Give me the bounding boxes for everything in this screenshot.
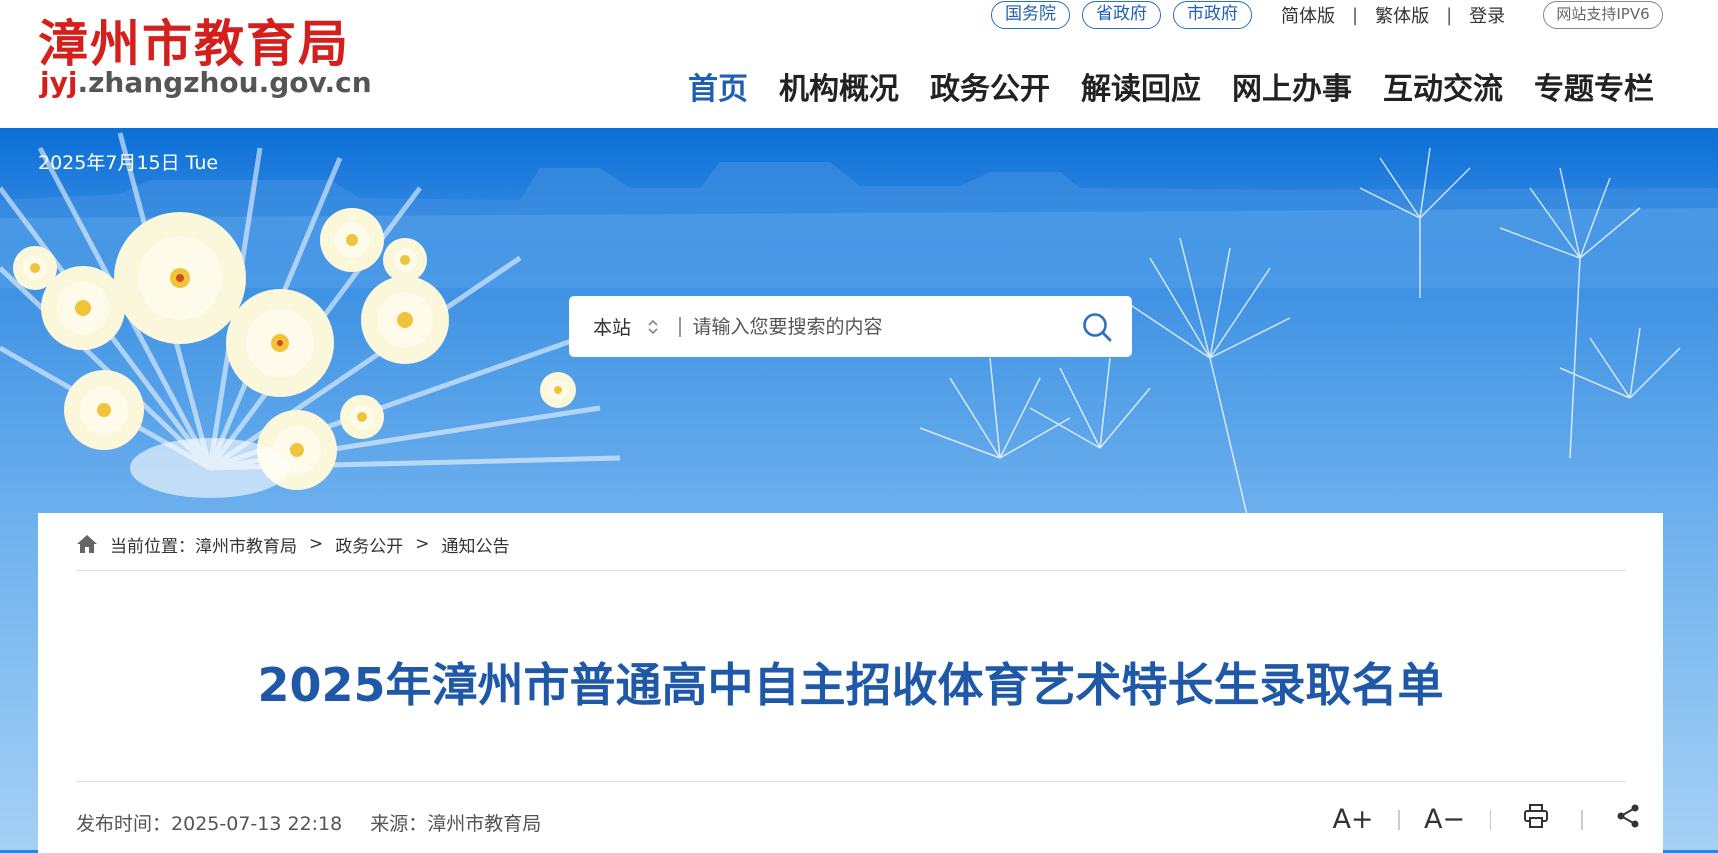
link-state-council[interactable]: 国务院 [991,1,1070,29]
logo-url-domain: .zhangzhou.gov.cn [77,66,372,99]
breadcrumb-item-notices[interactable]: 通知公告 [442,532,510,557]
print-button[interactable] [1511,803,1561,836]
updown-arrow-icon [648,319,658,335]
site-logo-url[interactable]: jyj.zhangzhou.gov.cn [40,66,372,99]
source-value: 漳州市教育局 [427,813,542,835]
article-tools: A+ A− [1328,803,1653,836]
tool-divider [1398,809,1400,830]
publish-time: 2025-07-13 22:18 [171,813,343,835]
current-date: 2025年7月15日 Tue [38,152,219,174]
article-meta: 发布时间：2025-07-13 22:18 来源：漳州市教育局 [76,809,541,836]
nav-interpretation[interactable]: 解读回应 [1081,64,1201,108]
font-increase-button[interactable]: A+ [1328,804,1378,835]
link-login[interactable]: 登录 [1452,2,1522,28]
link-traditional[interactable]: 繁体版 [1358,2,1446,28]
article-card: 当前位置： 漳州市教育局 > 政务公开 > 通知公告 2025年漳州市普通高中自… [38,513,1663,853]
article-title: 2025年漳州市普通高中自主招收体育艺术特长生录取名单 [257,658,1444,712]
publish-time-label: 发布时间： [76,813,172,835]
breadcrumb-divider [76,570,1626,571]
top-links: 国务院 省政府 市政府 简体版 | 繁体版 | 登录 [991,1,1522,29]
search-bar: 本站 [569,296,1132,357]
breadcrumb-label: 当前位置： [110,536,195,557]
nav-home[interactable]: 首页 [688,64,748,108]
share-button[interactable] [1603,803,1653,836]
breadcrumb-separator: > [309,534,324,554]
source-label: 来源： [370,813,428,835]
share-icon [1617,804,1638,828]
nav-online-services[interactable]: 网上办事 [1232,64,1352,108]
breadcrumb-item-gov-affairs[interactable]: 政务公开 [335,532,403,557]
ipv6-badge: 网站支持IPV6 [1543,1,1663,29]
site-header: 漳州市教育局 jyj.zhangzhou.gov.cn 国务院 省政府 市政府 … [0,0,1718,128]
main-nav: 首页 机构概况 政务公开 解读回应 网上办事 互动交流 专题专栏 [688,64,1685,108]
nav-interaction[interactable]: 互动交流 [1383,64,1503,108]
breadcrumb: 当前位置： 漳州市教育局 > 政务公开 > 通知公告 [76,529,510,559]
logo-url-prefix: jyj [40,66,78,99]
link-simplified[interactable]: 简体版 [1264,2,1352,28]
link-city-gov[interactable]: 市政府 [1173,1,1252,29]
home-icon [77,535,97,553]
link-province-gov[interactable]: 省政府 [1082,1,1161,29]
font-decrease-button[interactable]: A− [1420,804,1470,835]
breadcrumb-separator: > [415,534,430,554]
meta-divider [76,781,1626,782]
tool-divider [1581,809,1583,830]
nav-organization[interactable]: 机构概况 [779,64,899,108]
print-icon [1524,804,1548,828]
search-button[interactable] [1062,296,1132,357]
tool-divider [1489,809,1491,830]
nav-gov-affairs[interactable]: 政务公开 [930,64,1050,108]
breadcrumb-item-bureau[interactable]: 漳州市教育局 [195,532,297,557]
search-scope-select[interactable]: 本站 [569,296,679,357]
search-input[interactable] [680,296,1062,357]
nav-special-topics[interactable]: 专题专栏 [1534,64,1654,108]
search-scope-label: 本站 [593,317,632,339]
search-icon [1083,312,1112,341]
